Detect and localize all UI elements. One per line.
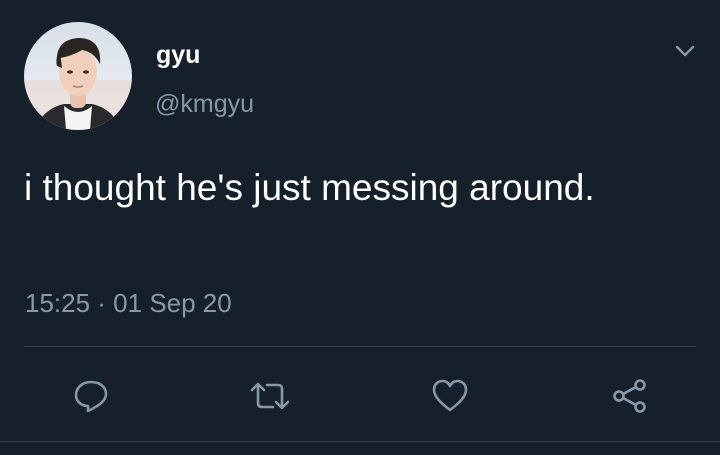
- avatar[interactable]: [24, 22, 132, 130]
- retweet-button[interactable]: [246, 372, 294, 420]
- display-name[interactable]: gyu: [156, 40, 200, 70]
- chevron-down-icon[interactable]: [671, 40, 699, 62]
- bottom-divider: [0, 441, 720, 442]
- tweet-timestamp[interactable]: 15:25 · 01 Sep 20: [25, 286, 232, 320]
- tweet-text: i thought he's just messing around.: [24, 167, 595, 208]
- like-button[interactable]: [426, 372, 474, 420]
- reply-icon: [74, 380, 108, 413]
- avatar-photo: [24, 22, 132, 130]
- user-handle[interactable]: @kmgyu: [155, 89, 254, 119]
- retweet-icon: [250, 382, 290, 410]
- share-button[interactable]: [606, 372, 654, 420]
- share-icon: [613, 379, 646, 413]
- heart-icon: [432, 379, 468, 412]
- divider: [24, 346, 696, 347]
- reply-button[interactable]: [67, 372, 115, 420]
- action-bar: [0, 366, 720, 426]
- tweet-card: gyu @kmgyu i thought he's just messing a…: [0, 0, 720, 455]
